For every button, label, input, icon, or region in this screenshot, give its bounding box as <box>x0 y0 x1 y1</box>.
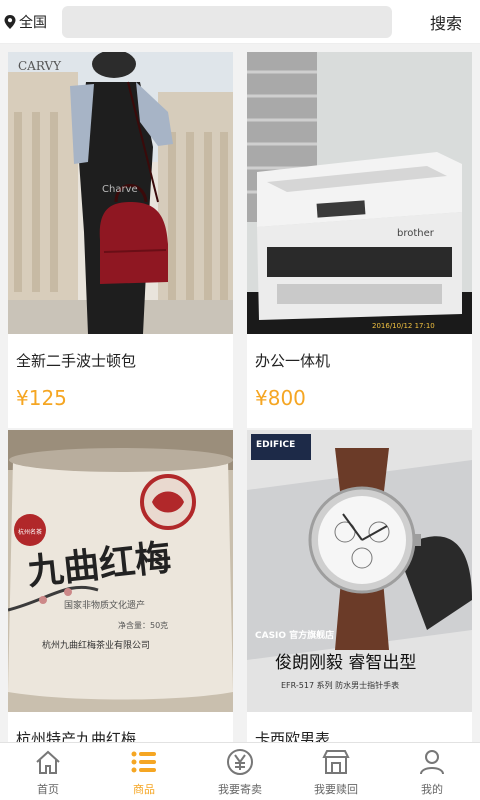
product-card[interactable]: 杭州名茶 九曲红梅 国家非物质文化遗产 净含量：50克 杭州九曲红梅茶业有限公司… <box>8 430 233 742</box>
shop-icon <box>322 750 350 774</box>
product-title: 卡西欧男表 <box>255 730 331 742</box>
tab-label: 商品 <box>133 783 155 796</box>
photo-brand: EDIFICE <box>256 440 295 450</box>
tab-mine[interactable]: 我的 <box>384 743 480 800</box>
product-image[interactable]: brother 2016/10/12 17:10 <box>247 52 472 334</box>
photo-timestamp: 2016/10/12 17:10 <box>372 322 435 330</box>
product-card[interactable]: CARVY Charve 全新二手波士顿包 ¥125 <box>8 52 233 428</box>
location-label: 全国 <box>19 14 47 31</box>
list-icon <box>131 751 156 773</box>
tab-home[interactable]: 首页 <box>0 743 96 800</box>
tab-label: 我的 <box>421 783 443 796</box>
user-icon <box>420 750 444 775</box>
photo-company: 杭州九曲红梅茶业有限公司 <box>42 639 150 651</box>
photo-bag-brand: Charve <box>102 184 138 195</box>
tab-products[interactable]: 商品 <box>96 743 192 800</box>
tab-label: 首页 <box>37 783 59 796</box>
yen-coin-icon <box>227 749 253 775</box>
photo-logo-text: CARVY <box>18 59 62 73</box>
product-grid: CARVY Charve 全新二手波士顿包 ¥125 brother 2016/… <box>0 44 480 742</box>
photo-sub-brand: CASIO 官方旗舰店 <box>255 629 334 641</box>
product-image[interactable]: 杭州名茶 九曲红梅 国家非物质文化遗产 净含量：50克 杭州九曲红梅茶业有限公司 <box>8 430 233 712</box>
product-card[interactable]: brother 2016/10/12 17:10 办公一体机 ¥800 <box>247 52 472 428</box>
photo-brand: brother <box>397 228 435 239</box>
tab-label: 我要寄卖 <box>218 783 262 796</box>
product-image[interactable]: EDIFICE CASIO 官方旗舰店 俊朗刚毅 睿智出型 EFR-517 系列… <box>247 430 472 712</box>
product-image[interactable]: CARVY Charve <box>8 52 233 334</box>
search-button[interactable]: 搜索 <box>430 10 462 34</box>
home-icon <box>36 750 60 774</box>
photo-badge: 杭州名茶 <box>18 528 42 536</box>
tab-redeem[interactable]: 我要赎回 <box>288 743 384 800</box>
photo-net-weight: 净含量：50克 <box>118 620 168 630</box>
photo-sub-text: 国家非物质文化遗产 <box>64 599 145 611</box>
product-card[interactable]: EDIFICE CASIO 官方旗舰店 俊朗刚毅 睿智出型 EFR-517 系列… <box>247 430 472 742</box>
product-title: 杭州特产九曲红梅 <box>16 730 137 742</box>
bottom-tab-bar: 首页 商品 我要寄卖 我要赎回 我的 <box>0 742 480 800</box>
product-title: 办公一体机 <box>255 352 331 370</box>
product-title: 全新二手波士顿包 <box>16 352 137 370</box>
product-price: ¥125 <box>16 386 67 410</box>
photo-slogan: 俊朗刚毅 睿智出型 <box>275 653 416 673</box>
photo-model: EFR-517 系列 防水男士指针手表 <box>281 680 399 690</box>
map-pin-icon <box>4 14 16 29</box>
tab-consign[interactable]: 我要寄卖 <box>192 743 288 800</box>
search-input[interactable] <box>62 5 392 38</box>
tab-label: 我要赎回 <box>314 783 358 796</box>
top-bar: 全国 搜索 <box>0 0 480 44</box>
product-price: ¥800 <box>255 386 306 410</box>
location-selector[interactable]: 全国 <box>0 12 62 32</box>
